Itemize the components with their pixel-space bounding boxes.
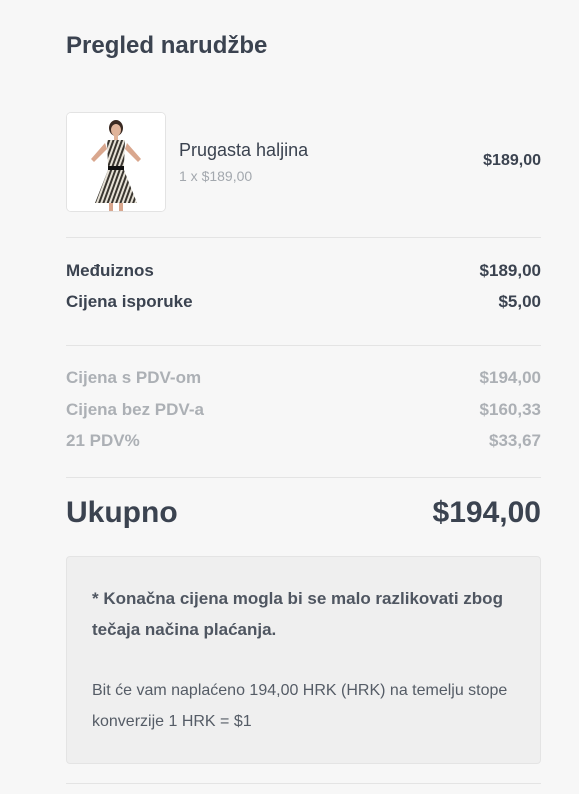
shipping-label: Cijena isporuke xyxy=(66,292,193,311)
divider xyxy=(66,237,541,238)
product-price: $189,00 xyxy=(483,152,541,169)
striped-dress-product-image xyxy=(67,113,165,211)
vat-label: 21 PDV% xyxy=(66,431,140,450)
notice-conversion-text: Bit će vam naplaćeno 194,00 HRK (HRK) na… xyxy=(92,682,508,730)
notice-disclaimer: * Konačna cijena mogla bi se malo razlik… xyxy=(92,589,503,639)
subtotal-value: $189,00 xyxy=(479,261,541,280)
subtotal-label: Međuiznos xyxy=(66,261,154,280)
currency-notice: * Konačna cijena mogla bi se malo razlik… xyxy=(66,556,541,764)
shipping-row: Cijena isporuke $5,00 xyxy=(66,292,541,316)
product-quantity: 1 x $189,00 xyxy=(179,168,253,184)
vat-value: $33,67 xyxy=(489,431,541,450)
page-title: Pregled narudžbe xyxy=(66,32,268,59)
divider xyxy=(66,345,541,346)
order-line-item: Prugasta haljina 1 x $189,00 $189,00 xyxy=(66,112,541,212)
total-value: $194,00 xyxy=(432,496,541,529)
divider xyxy=(66,783,541,784)
subtotal-row: Međuiznos $189,00 xyxy=(66,261,541,285)
total-row: Ukupno $194,00 xyxy=(66,496,541,536)
vat-row: 21 PDV% $33,67 xyxy=(66,431,541,455)
price-without-vat-value: $160,33 xyxy=(479,400,541,419)
price-with-vat-value: $194,00 xyxy=(479,368,541,387)
total-label: Ukupno xyxy=(66,496,178,529)
price-with-vat-label: Cijena s PDV-om xyxy=(66,368,202,387)
divider xyxy=(66,477,541,478)
shipping-value: $5,00 xyxy=(498,292,541,311)
price-without-vat-row: Cijena bez PDV-a $160,33 xyxy=(66,400,541,424)
product-thumbnail xyxy=(66,112,166,212)
product-name: Prugasta haljina xyxy=(179,140,309,160)
price-with-vat-row: Cijena s PDV-om $194,00 xyxy=(66,368,541,392)
price-without-vat-label: Cijena bez PDV-a xyxy=(66,400,204,419)
